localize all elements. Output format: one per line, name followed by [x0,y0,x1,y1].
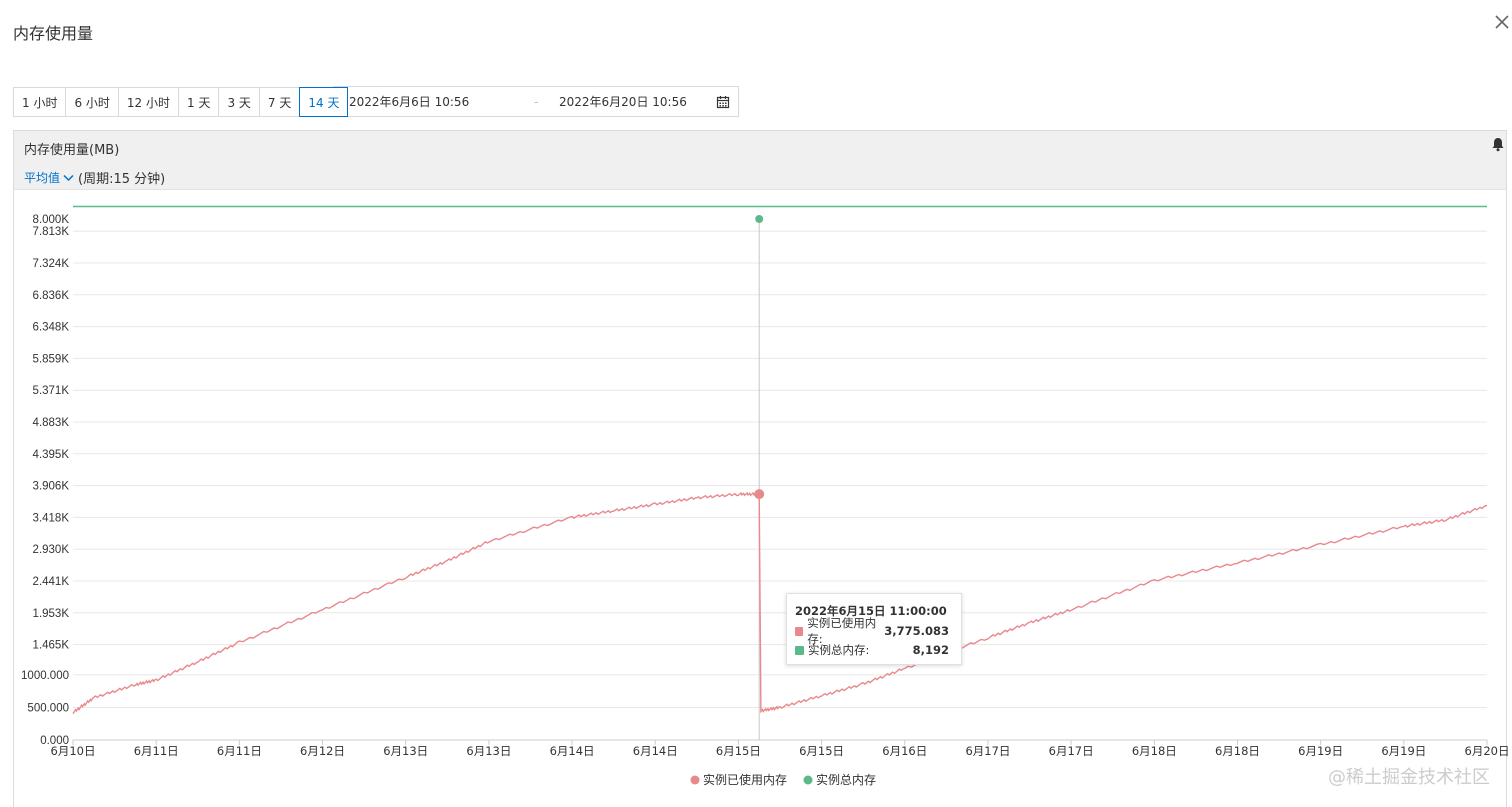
tooltip-row-total: 实例总内存: 8,192 [795,642,949,658]
chart-tooltip: 2022年6月15日 11:00:00 实例已使用内存: 3,775.083 实… [786,593,962,665]
y-tick-label: 7.813K [33,226,70,238]
memory-line-chart: 0.000500.0001000.0001.465K1.953K2.441K2.… [21,205,1510,787]
y-tick-label: 6.836K [33,290,70,302]
y-tick-label: 1000.000 [21,670,69,682]
y-tick-label: 6.348K [33,322,70,334]
x-tick-label: 6月14日 [550,744,595,758]
y-tick-label: 3.418K [33,512,70,524]
x-tick-label: 6月11日 [217,744,262,758]
y-tick-label: 5.859K [33,353,70,365]
total-highlight-point [755,215,764,223]
y-tick-label: 7.324K [33,258,70,270]
x-tick-label: 6月16日 [882,744,927,758]
total-swatch [795,645,804,655]
series-used-line [72,491,1488,715]
chart-legend: 实例已使用内存 实例总内存 [690,772,876,787]
y-tick-label: 3.906K [33,481,70,493]
y-tick-label: 500.000 [27,702,69,714]
x-tick-label: 6月18日 [1132,744,1177,758]
y-tick-label: 4.395K [33,449,70,461]
x-tick-label: 6月10日 [51,744,96,758]
y-tick-label: 1.953K [33,608,70,620]
x-tick-label: 6月17日 [965,744,1010,758]
x-axis: 6月10日 6月11日 6月11日 6月12日 6月13日 6月13日 6月14日 6月14日… [51,740,1510,758]
x-tick-label: 6月13日 [466,744,511,758]
chart-series [72,205,1488,740]
x-tick-label: 6月17日 [1049,744,1094,758]
legend-used-swatch [690,775,700,785]
x-tick-label: 6月14日 [633,744,678,758]
legend-used-label: 实例已使用内存 [703,772,787,787]
x-tick-label: 6月13日 [383,744,428,758]
tooltip-total-label: 实例总内存: [808,643,870,657]
y-tick-label: 1.465K [33,640,70,652]
watermark: @稀土掘金技术社区 [1328,767,1490,788]
tooltip-used-value: 3,775.083 [884,624,949,638]
y-tick-label: 8.000K [33,214,70,226]
y-tick-label: 2.930K [33,544,70,556]
x-tick-label: 6月15日 [799,744,844,758]
range-14d-button[interactable]: 14 天 [299,87,349,117]
x-tick-label: 6月11日 [134,744,179,758]
chart-grid [73,230,1487,741]
x-tick-label: 6月19日 [1298,744,1343,758]
x-tick-label: 6月19日 [1381,744,1426,758]
used-highlight-point [754,489,765,500]
legend-total-label: 实例总内存 [816,772,876,787]
y-tick-label: 2.441K [33,576,70,588]
x-tick-label: 6月18日 [1215,744,1260,758]
used-swatch [795,626,804,636]
y-axis: 0.000500.0001000.0001.465K1.953K2.441K2.… [21,214,69,747]
tooltip-row-used: 实例已使用内存: 3,775.083 [795,616,949,646]
x-tick-label: 6月20日 [1465,744,1510,758]
x-tick-label: 6月15日 [716,744,761,758]
tooltip-total-value: 8,192 [912,643,949,657]
legend-total-swatch [803,775,813,785]
y-tick-label: 4.883K [33,417,70,429]
x-tick-label: 6月12日 [300,744,345,758]
y-tick-label: 5.371K [33,385,70,397]
